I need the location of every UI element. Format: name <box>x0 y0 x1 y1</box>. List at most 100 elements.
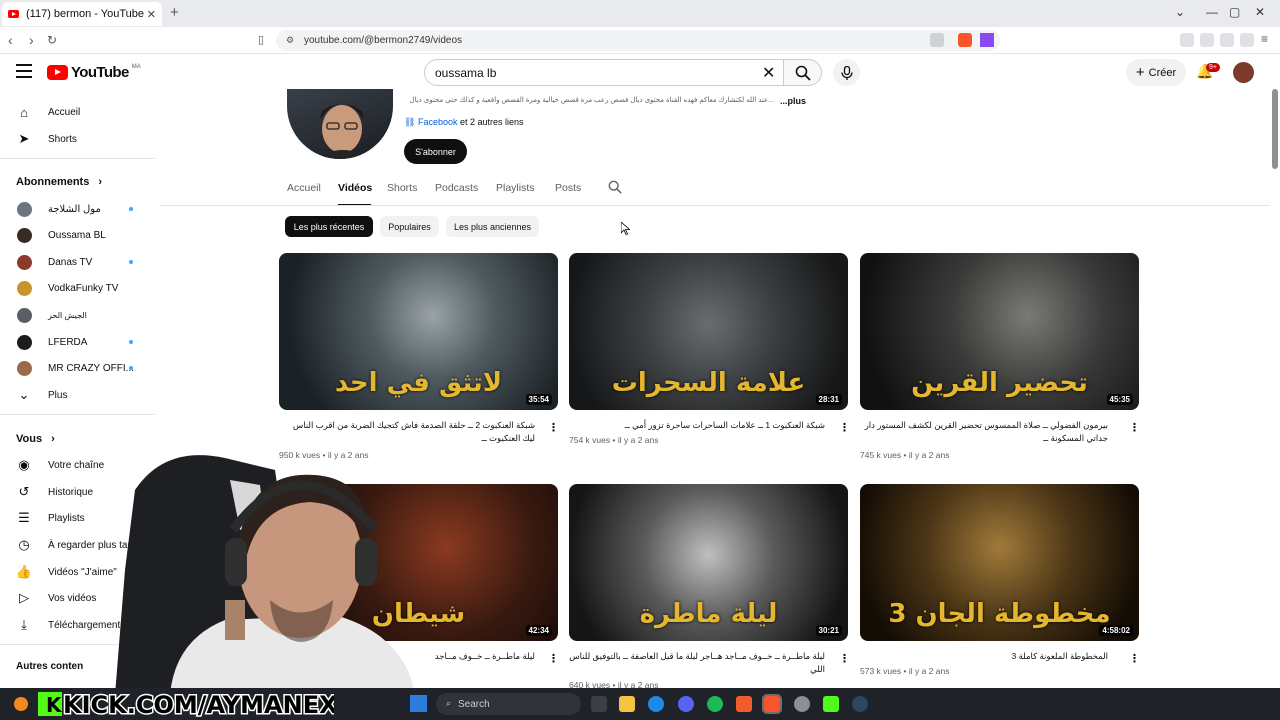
search-input[interactable]: oussama lb <box>424 59 784 86</box>
cast-icon[interactable] <box>930 33 944 47</box>
channel-avatar-large[interactable] <box>287 89 393 159</box>
windows-start-icon[interactable] <box>410 695 427 712</box>
sidebar-show-more[interactable]: ⌄ Plus <box>17 385 155 405</box>
chip-latest[interactable]: Les plus récentes <box>285 216 373 237</box>
channel-avatar <box>17 254 32 270</box>
task-view-icon[interactable] <box>591 696 607 712</box>
maximize-icon[interactable]: ▢ <box>1229 5 1240 19</box>
tab-shorts[interactable]: Shorts <box>387 182 417 194</box>
search-button[interactable] <box>784 59 822 86</box>
video-title[interactable]: ليلة ماطــرة ــ خــوف مــاجد هــاجر ليلة… <box>569 650 825 676</box>
video-thumbnail[interactable]: ليلة ماطرة 30:21 <box>569 484 848 641</box>
close-tab-icon[interactable]: ✕ <box>147 8 156 21</box>
youtube-logo[interactable]: YouTube MA <box>47 64 141 81</box>
sidebar-subscription[interactable]: Danas TV <box>17 252 155 272</box>
live-indicator <box>129 340 133 344</box>
video-thumbnail[interactable]: علامة السحرات 28:31 <box>569 253 848 410</box>
more-links[interactable]: et 2 autres liens <box>460 117 524 127</box>
sidebar-subscription[interactable]: MR CRAZY OFFI... <box>17 358 155 378</box>
show-more-label: Plus <box>48 389 68 401</box>
app-icon[interactable] <box>736 696 752 712</box>
sidebar-subscription[interactable]: LFERDA <box>17 332 155 352</box>
browser-tab[interactable]: (117) bermon - YouTube ✕ <box>2 2 162 26</box>
guide-menu-icon[interactable] <box>16 64 32 78</box>
download-icon: ⤓ <box>21 617 27 632</box>
tab-playlists[interactable]: Playlists <box>496 182 535 194</box>
tab-home[interactable]: Accueil <box>287 182 321 194</box>
sidebar-toggle-icon[interactable] <box>1180 33 1194 47</box>
you-title: Vous <box>16 433 43 445</box>
voice-search-button[interactable] <box>833 59 860 86</box>
description-more-link[interactable]: ...plus <box>780 96 806 106</box>
page-scrollbar[interactable] <box>1272 89 1278 169</box>
bookmark-icon[interactable]: ▯ <box>258 33 264 46</box>
thumbnail-text: ليلة ماطرة <box>639 599 778 629</box>
channel-search-icon[interactable] <box>608 180 622 197</box>
video-thumbnail[interactable]: لاتثق في احد 35:54 <box>279 253 558 410</box>
video-title[interactable]: شبكة العنكبوت 1 ــ علامات الساحرات ساحرة… <box>569 419 825 432</box>
video-duration: 4:58:02 <box>1099 625 1133 636</box>
chip-oldest[interactable]: Les plus anciennes <box>446 216 539 237</box>
rewards-icon[interactable] <box>980 33 994 47</box>
tab-posts[interactable]: Posts <box>555 182 581 194</box>
url-field[interactable]: youtube.com/@bermon2749/videos <box>276 30 1000 51</box>
sidebar-subscription[interactable]: مول الشلاجة <box>17 199 155 219</box>
file-explorer-icon[interactable] <box>619 696 635 712</box>
video-menu-icon[interactable]: ⋮ <box>839 652 850 665</box>
browser-menu-icon[interactable]: ≡ <box>1261 32 1268 46</box>
sidebar-subscription[interactable]: VodkaFunky TV <box>17 278 155 298</box>
video-menu-icon[interactable]: ⋮ <box>548 421 559 434</box>
minimize-icon[interactable]: — <box>1206 5 1218 19</box>
close-window-icon[interactable]: ✕ <box>1255 5 1265 19</box>
forward-icon[interactable]: › <box>29 32 34 48</box>
tab-list-icon[interactable]: ⌄ <box>1175 5 1185 19</box>
video-thumbnail[interactable]: مخطوطة الجان 3 4:58:02 <box>860 484 1139 641</box>
spotify-icon[interactable] <box>707 696 723 712</box>
link-icon: ⛓ <box>404 117 416 127</box>
clear-search-icon[interactable]: ✕ <box>762 63 775 83</box>
video-menu-icon[interactable]: ⋮ <box>548 652 559 665</box>
video-title[interactable]: بيرمون الفضولي ــ صلاة الممسوس تحضير الق… <box>860 419 1108 445</box>
create-button[interactable]: + Créer <box>1126 59 1186 86</box>
subscriptions-heading[interactable]: Abonnements › <box>16 176 102 188</box>
video-title[interactable]: شبكة العنكبوت 2 ــ حلقة الصدمة فاش كتجيك… <box>279 419 535 445</box>
new-tab-button[interactable]: + <box>170 4 179 21</box>
video-menu-icon[interactable]: ⋮ <box>1129 652 1140 665</box>
reload-icon[interactable]: ↻ <box>47 33 57 47</box>
chip-popular[interactable]: Populaires <box>380 216 439 237</box>
taskbar-search[interactable]: Search <box>436 693 581 715</box>
weather-icon[interactable] <box>14 697 28 711</box>
brave-shield-icon[interactable] <box>958 33 972 47</box>
video-title[interactable]: المخطوطة الملعونة كاملة 3 <box>860 650 1108 663</box>
you-heading[interactable]: Vous › <box>16 433 55 445</box>
subscription-name: Oussama BL <box>48 229 106 241</box>
edge-icon[interactable] <box>648 696 664 712</box>
sidebar-item-shorts[interactable]: ➤ Shorts <box>17 129 155 149</box>
tab-podcasts[interactable]: Podcasts <box>435 182 478 194</box>
steam-icon[interactable] <box>852 696 868 712</box>
site-info-icon[interactable]: ⚙ <box>286 35 294 46</box>
brave-browser-icon[interactable] <box>762 694 782 714</box>
leo-ai-icon[interactable] <box>1220 33 1234 47</box>
youtube-favicon-icon <box>8 10 19 18</box>
video-thumbnail[interactable]: تحضير القرين 45:35 <box>860 253 1139 410</box>
subscription-name: VodkaFunky TV <box>48 282 119 294</box>
kick-app-icon[interactable] <box>823 696 839 712</box>
thumbnail-text: تحضير القرين <box>911 368 1088 398</box>
subscription-name: Danas TV <box>48 256 93 268</box>
tab-videos[interactable]: Vidéos <box>338 182 372 194</box>
sidebar-item-home[interactable]: ⌂ Accueil <box>17 102 155 122</box>
sidebar-subscription[interactable]: Oussama BL <box>17 225 155 245</box>
subscription-name: MR CRAZY OFFI... <box>48 362 134 374</box>
discord-icon[interactable] <box>678 696 694 712</box>
account-avatar[interactable] <box>1233 62 1254 83</box>
facebook-link[interactable]: Facebook <box>418 117 458 127</box>
obs-icon[interactable] <box>794 696 810 712</box>
video-menu-icon[interactable]: ⋮ <box>1129 421 1140 434</box>
vpn-icon[interactable] <box>1240 33 1254 47</box>
wallet-icon[interactable] <box>1200 33 1214 47</box>
back-icon[interactable]: ‹ <box>8 32 13 48</box>
video-menu-icon[interactable]: ⋮ <box>839 421 850 434</box>
subscribe-button[interactable]: S'abonner <box>404 139 467 164</box>
sidebar-subscription[interactable]: الجيش الحر <box>17 305 155 325</box>
